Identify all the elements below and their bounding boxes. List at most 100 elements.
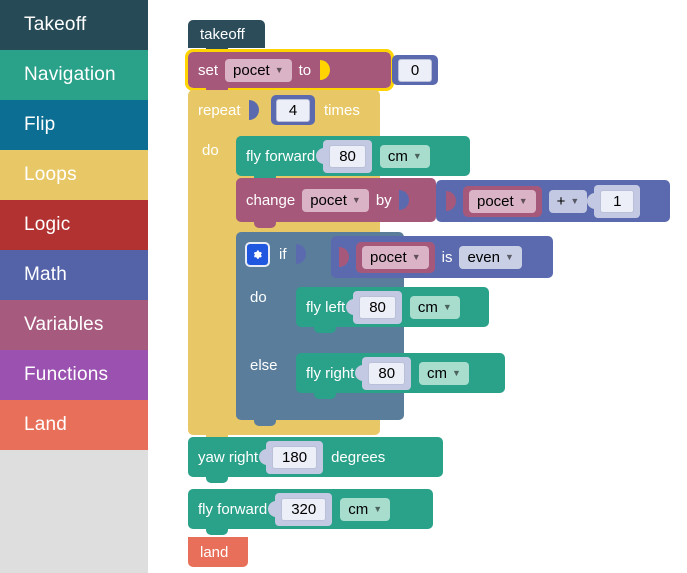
sidebar-item-functions[interactable]: Functions — [0, 350, 148, 400]
unit-value: cm — [387, 147, 408, 165]
unit-dropdown[interactable]: cm ▼ — [340, 497, 391, 521]
number-value[interactable]: 4 — [276, 98, 310, 122]
sidebar-item-label: Loops — [24, 164, 77, 185]
sidebar-item-label: Variables — [24, 314, 104, 335]
parity-dropdown[interactable]: even ▼ — [459, 245, 522, 269]
chevron-down-icon: ▼ — [373, 503, 383, 514]
block-fly-right[interactable]: fly right 80 cm ▼ — [296, 353, 505, 399]
number-value[interactable]: 80 — [359, 295, 396, 319]
chevron-down-icon: ▼ — [518, 195, 528, 206]
sidebar-item-variables[interactable]: Variables — [0, 300, 148, 350]
times-label: times — [324, 102, 360, 119]
block-parity-test[interactable]: pocet ▼ is even ▼ — [331, 236, 553, 278]
by-label: by — [375, 191, 392, 209]
if-do-label: do — [250, 289, 267, 306]
variable-dropdown-pocet[interactable]: pocet ▼ — [469, 189, 536, 213]
left-operand-socket — [446, 191, 456, 211]
number-value[interactable]: 1 — [600, 189, 635, 213]
blocks-workspace[interactable]: takeoff set pocet ▼ to 0 repeat do 4 tim… — [148, 0, 687, 573]
action-label: fly left — [306, 298, 346, 316]
repeat-label: repeat — [198, 101, 241, 119]
unit-dropdown[interactable]: cm ▼ — [419, 361, 469, 385]
chevron-down-icon: ▼ — [274, 64, 284, 75]
sidebar-item-label: Functions — [24, 364, 109, 385]
variable-name: pocet — [370, 248, 407, 266]
category-sidebar: Takeoff Navigation Flip Loops Logic Math… — [0, 0, 148, 573]
value-socket — [320, 60, 331, 80]
unit-value: cm — [348, 500, 369, 518]
angle-input[interactable]: 180 — [266, 440, 324, 474]
chevron-down-icon: ▼ — [452, 367, 461, 378]
number-value[interactable]: 80 — [329, 144, 366, 168]
chevron-down-icon: ▼ — [411, 251, 421, 262]
distance-input[interactable]: 80 — [353, 290, 402, 324]
distance-input[interactable]: 80 — [323, 139, 372, 173]
set-label: set — [198, 61, 219, 79]
right-operand-input[interactable]: 1 — [594, 184, 641, 218]
change-label: change — [246, 191, 296, 209]
variable-name: pocet — [477, 192, 514, 210]
block-set-variable[interactable]: set pocet ▼ to — [185, 49, 394, 94]
sidebar-item-loops[interactable]: Loops — [0, 150, 148, 200]
variable-dropdown-pocet[interactable]: pocet ▼ — [362, 245, 429, 269]
number-value[interactable]: 320 — [281, 497, 327, 521]
number-value[interactable]: 80 — [368, 361, 406, 385]
block-land[interactable]: land — [188, 537, 248, 567]
sidebar-item-label: Math — [24, 264, 68, 285]
block-land-label: land — [200, 543, 229, 561]
block-variable-pocet[interactable]: pocet ▼ — [356, 241, 435, 273]
action-label: yaw right — [198, 448, 259, 466]
variable-dropdown-pocet[interactable]: pocet ▼ — [225, 58, 292, 82]
sidebar-item-flip[interactable]: Flip — [0, 100, 148, 150]
sidebar-item-label: Land — [24, 414, 68, 435]
times-socket — [248, 100, 259, 120]
degrees-label: degrees — [331, 448, 386, 466]
block-fly-left[interactable]: fly left 80 cm ▼ — [296, 287, 489, 333]
sidebar-item-math[interactable]: Math — [0, 250, 148, 300]
sidebar-item-takeoff[interactable]: Takeoff — [0, 0, 148, 50]
sidebar-item-navigation[interactable]: Navigation — [0, 50, 148, 100]
block-fly-forward-1[interactable]: fly forward 80 cm ▼ — [236, 136, 470, 182]
chevron-down-icon: ▼ — [351, 194, 361, 205]
if-else-label: else — [250, 357, 278, 374]
distance-input[interactable]: 80 — [362, 356, 412, 390]
block-takeoff-label: takeoff — [200, 25, 245, 43]
variable-dropdown-pocet[interactable]: pocet ▼ — [302, 188, 369, 212]
block-change-variable[interactable]: change pocet ▼ by — [236, 178, 436, 228]
sidebar-item-logic[interactable]: Logic — [0, 200, 148, 250]
to-label: to — [298, 61, 312, 79]
operator-value: + — [556, 192, 566, 210]
unit-dropdown[interactable]: cm ▼ — [379, 144, 430, 168]
sidebar-item-label: Navigation — [24, 64, 116, 85]
variable-name: pocet — [233, 61, 270, 79]
block-fly-forward-2[interactable]: fly forward 320 cm ▼ — [188, 489, 433, 535]
operand-socket — [339, 247, 349, 267]
block-arithmetic-add[interactable]: pocet ▼ + ▼ 1 — [436, 180, 670, 222]
repeat-do-label: do — [202, 142, 219, 159]
block-number-four[interactable]: 4 — [271, 95, 315, 125]
number-value[interactable]: 0 — [398, 58, 432, 82]
operator-dropdown[interactable]: + ▼ — [548, 189, 588, 213]
block-number-zero[interactable]: 0 — [392, 55, 438, 85]
block-takeoff[interactable]: takeoff — [188, 20, 265, 54]
action-label: fly forward — [198, 500, 268, 518]
condition-socket — [295, 244, 306, 264]
is-label: is — [441, 248, 453, 266]
unit-dropdown[interactable]: cm ▼ — [409, 295, 460, 319]
unit-value: cm — [417, 298, 438, 316]
parity-value: even — [467, 248, 500, 266]
chevron-down-icon: ▼ — [570, 195, 580, 206]
block-variable-pocet[interactable]: pocet ▼ — [463, 185, 542, 217]
block-yaw-right[interactable]: yaw right 180 degrees — [188, 437, 443, 483]
unit-value: cm — [427, 364, 448, 382]
chevron-down-icon: ▼ — [505, 251, 514, 262]
sidebar-item-label: Logic — [24, 214, 71, 235]
value-socket — [398, 190, 409, 210]
distance-input[interactable]: 320 — [275, 492, 333, 526]
number-value[interactable]: 180 — [272, 445, 318, 469]
gear-icon[interactable] — [245, 241, 270, 267]
action-label: fly forward — [246, 147, 316, 165]
action-label: fly right — [306, 364, 355, 382]
chevron-down-icon: ▼ — [442, 301, 452, 312]
sidebar-item-land[interactable]: Land — [0, 400, 148, 450]
